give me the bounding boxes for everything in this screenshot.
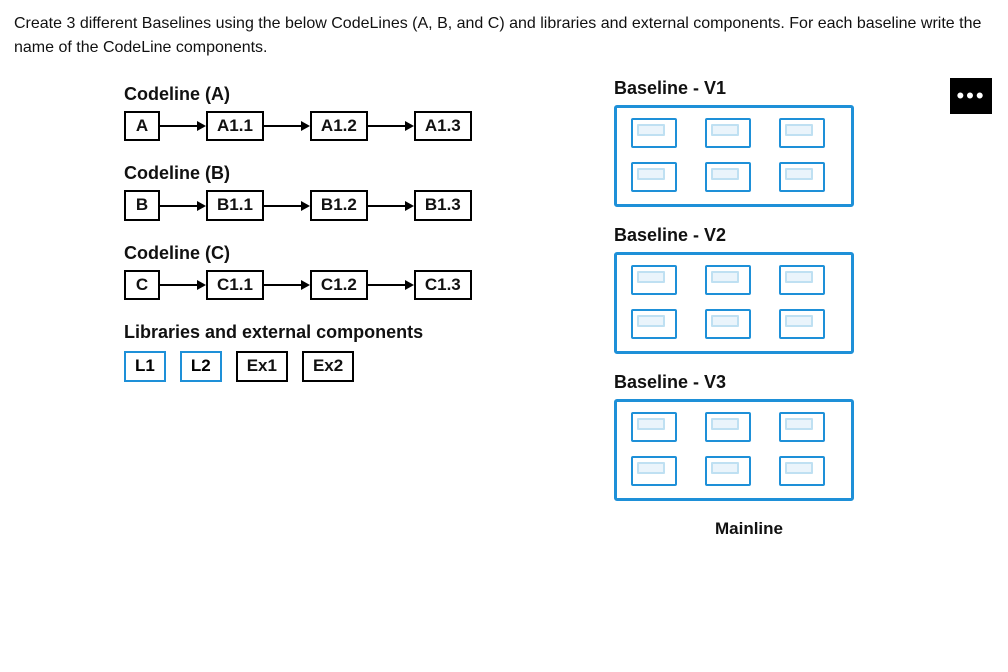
baseline-v2: Baseline - V2 (614, 225, 884, 354)
codeline-c-root: C (124, 270, 160, 300)
arrow-icon (264, 278, 310, 292)
baseline-slot[interactable] (779, 162, 825, 192)
library-item: L1 (124, 351, 166, 381)
arrow-icon (160, 199, 206, 213)
codeline-b-item: B1.3 (414, 190, 472, 220)
more-options-button[interactable]: ••• (950, 78, 992, 114)
baseline-slot[interactable] (631, 412, 677, 442)
codeline-a-root: A (124, 111, 160, 141)
baseline-slot[interactable] (779, 118, 825, 148)
arrow-icon (368, 199, 414, 213)
codeline-a-item: A1.2 (310, 111, 368, 141)
baseline-v3-frame[interactable] (614, 399, 854, 501)
baseline-v1-frame[interactable] (614, 105, 854, 207)
codelines-column: Codeline (A) A A1.1 A1.2 A1.3 Codeline (… (124, 78, 544, 539)
baseline-slot[interactable] (631, 162, 677, 192)
codeline-c-row: C C1.1 C1.2 C1.3 (124, 270, 544, 300)
baseline-v2-title: Baseline - V2 (614, 225, 884, 246)
external-item: Ex2 (302, 351, 354, 381)
baseline-slot[interactable] (779, 309, 825, 339)
arrow-icon (264, 119, 310, 133)
codeline-c-title: Codeline (C) (124, 243, 544, 264)
codeline-a-row: A A1.1 A1.2 A1.3 (124, 111, 544, 141)
baseline-slot[interactable] (705, 162, 751, 192)
codeline-a-title: Codeline (A) (124, 84, 544, 105)
baseline-slot[interactable] (631, 456, 677, 486)
arrow-icon (264, 199, 310, 213)
codeline-a-item: A1.3 (414, 111, 472, 141)
baselines-column: Baseline - V1 Baseline - V2 (614, 78, 884, 539)
libraries-title: Libraries and external components (124, 322, 544, 343)
instruction-text: Create 3 different Baselines using the b… (14, 12, 994, 60)
arrow-icon (160, 278, 206, 292)
libraries-row: L1 L2 Ex1 Ex2 (124, 351, 544, 381)
codeline-c-item: C1.3 (414, 270, 472, 300)
baseline-slot[interactable] (705, 456, 751, 486)
arrow-icon (368, 278, 414, 292)
codeline-b-root: B (124, 190, 160, 220)
baseline-v3: Baseline - V3 (614, 372, 884, 501)
baseline-v2-frame[interactable] (614, 252, 854, 354)
baseline-slot[interactable] (631, 118, 677, 148)
baseline-slot[interactable] (705, 265, 751, 295)
arrow-icon (160, 119, 206, 133)
baseline-slot[interactable] (705, 309, 751, 339)
baseline-slot[interactable] (631, 309, 677, 339)
codeline-a-item: A1.1 (206, 111, 264, 141)
baseline-slot[interactable] (779, 265, 825, 295)
baseline-v1: Baseline - V1 (614, 78, 884, 207)
baseline-slot[interactable] (705, 412, 751, 442)
library-item: L2 (180, 351, 222, 381)
baseline-v3-title: Baseline - V3 (614, 372, 884, 393)
mainline-label: Mainline (614, 519, 884, 539)
codeline-c-item: C1.2 (310, 270, 368, 300)
codeline-c-item: C1.1 (206, 270, 264, 300)
codeline-b-title: Codeline (B) (124, 163, 544, 184)
codeline-b-item: B1.1 (206, 190, 264, 220)
codeline-b-item: B1.2 (310, 190, 368, 220)
baseline-v1-title: Baseline - V1 (614, 78, 884, 99)
arrow-icon (368, 119, 414, 133)
baseline-slot[interactable] (631, 265, 677, 295)
codeline-b-row: B B1.1 B1.2 B1.3 (124, 190, 544, 220)
baseline-slot[interactable] (705, 118, 751, 148)
baseline-slot[interactable] (779, 412, 825, 442)
baseline-slot[interactable] (779, 456, 825, 486)
external-item: Ex1 (236, 351, 288, 381)
